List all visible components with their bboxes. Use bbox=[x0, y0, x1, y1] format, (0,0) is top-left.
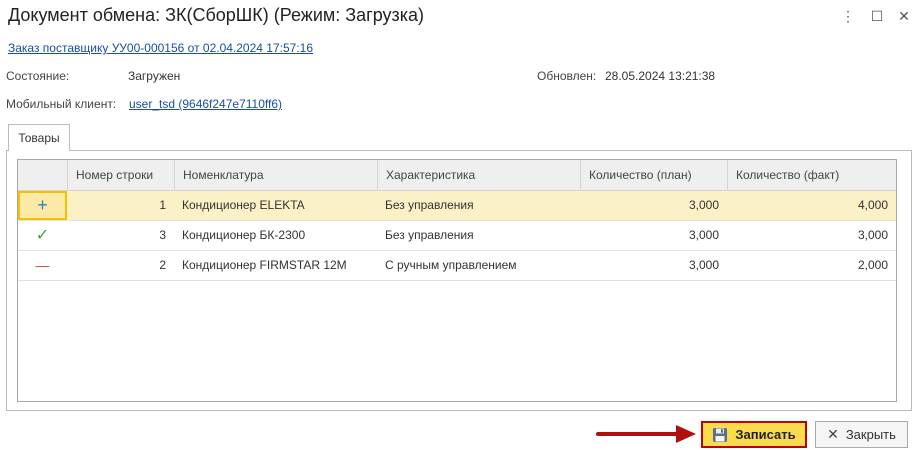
column-header-qty-fact[interactable]: Количество (факт) bbox=[727, 160, 896, 190]
mobile-client-link[interactable]: user_tsd (9646f247e7110ff6) bbox=[129, 97, 282, 111]
maximize-icon[interactable]: ☐ bbox=[869, 8, 885, 24]
plus-icon: + bbox=[37, 195, 48, 215]
close-button[interactable]: ✕ Закрыть bbox=[815, 421, 908, 448]
characteristic-cell[interactable]: Без управления bbox=[377, 191, 580, 220]
table-row[interactable]: — 2 Кондиционер FIRMSTAR 12M С ручным уп… bbox=[18, 251, 896, 281]
table-row[interactable]: ✓ 3 Кондиционер БК-2300 Без управления 3… bbox=[18, 221, 896, 251]
column-header-item[interactable]: Номенклатура bbox=[174, 160, 377, 190]
qty-fact-cell[interactable]: 2,000 bbox=[727, 251, 896, 280]
close-button-label: Закрыть bbox=[845, 427, 896, 442]
save-button-label: Записать bbox=[735, 427, 796, 442]
check-icon: ✓ bbox=[35, 227, 50, 244]
minus-icon: — bbox=[35, 257, 50, 273]
column-header-characteristic[interactable]: Характеристика bbox=[377, 160, 580, 190]
qty-fact-cell[interactable]: 3,000 bbox=[727, 221, 896, 250]
state-value: Загружен bbox=[128, 69, 181, 83]
mobile-client-label: Мобильный клиент: bbox=[6, 97, 117, 111]
row-number-cell[interactable]: 3 bbox=[67, 221, 174, 250]
item-cell[interactable]: Кондиционер ELEKTA bbox=[174, 191, 377, 220]
qty-plan-cell[interactable]: 3,000 bbox=[580, 251, 727, 280]
qty-plan-cell[interactable]: 3,000 bbox=[580, 221, 727, 250]
table-row[interactable]: + 1 Кондиционер ELEKTA Без управления 3,… bbox=[18, 191, 896, 221]
row-status-cell[interactable]: + bbox=[18, 191, 67, 220]
table-header: Номер строки Номенклатура Характеристика… bbox=[18, 160, 896, 191]
characteristic-cell[interactable]: С ручным управлением bbox=[377, 251, 580, 280]
close-icon: ✕ bbox=[827, 426, 839, 442]
more-menu-icon[interactable]: ⋮ bbox=[840, 8, 856, 24]
tab-goods[interactable]: Товары bbox=[8, 124, 70, 151]
order-link[interactable]: Заказ поставщику УУ00-000156 от 02.04.20… bbox=[8, 41, 313, 55]
save-button[interactable]: Записать bbox=[701, 421, 807, 448]
window-title: Документ обмена: ЗК(СборШК) (Режим: Загр… bbox=[8, 5, 425, 25]
row-number-cell[interactable]: 2 bbox=[67, 251, 174, 280]
floppy-disk-icon bbox=[713, 427, 728, 442]
updated-label: Обновлен: bbox=[537, 69, 597, 83]
column-header-qty-plan[interactable]: Количество (план) bbox=[580, 160, 727, 190]
item-cell[interactable]: Кондиционер FIRMSTAR 12M bbox=[174, 251, 377, 280]
column-header-status[interactable] bbox=[18, 160, 67, 190]
state-label: Состояние: bbox=[6, 69, 70, 83]
row-status-cell[interactable]: — bbox=[18, 251, 67, 280]
row-status-cell[interactable]: ✓ bbox=[18, 221, 67, 250]
updated-value: 28.05.2024 13:21:38 bbox=[605, 69, 716, 83]
column-header-row-number[interactable]: Номер строки bbox=[67, 160, 174, 190]
item-cell[interactable]: Кондиционер БК-2300 bbox=[174, 221, 377, 250]
row-number-cell[interactable]: 1 bbox=[67, 191, 174, 220]
characteristic-cell[interactable]: Без управления bbox=[377, 221, 580, 250]
close-window-icon[interactable]: ✕ bbox=[896, 8, 912, 24]
goods-table: Номер строки Номенклатура Характеристика… bbox=[17, 159, 897, 402]
annotation-arrow-icon bbox=[596, 425, 696, 443]
qty-plan-cell[interactable]: 3,000 bbox=[580, 191, 727, 220]
qty-fact-cell[interactable]: 4,000 bbox=[727, 191, 896, 220]
